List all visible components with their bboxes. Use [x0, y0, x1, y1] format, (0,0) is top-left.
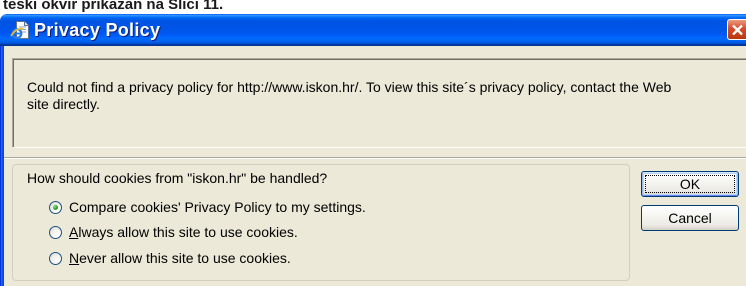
ok-button-label: OK — [679, 176, 701, 192]
radio-selected-dot — [53, 205, 58, 210]
radio-label-compare[interactable]: Compare cookies' Privacy Policy to my se… — [69, 198, 366, 216]
window-title: Privacy Policy — [34, 20, 161, 40]
option-compare-settings[interactable]: Compare cookies' Privacy Policy to my se… — [47, 198, 387, 216]
radio-button[interactable] — [49, 252, 62, 265]
access-key-underline: A — [69, 224, 79, 240]
radio-label-always[interactable]: Always allow this site to use cookies. — [69, 223, 298, 241]
option-never-allow[interactable]: Never allow this site to use cookies. — [47, 249, 387, 267]
message-panel: Could not find a privacy policy for http… — [12, 58, 746, 148]
ok-button[interactable]: OK — [641, 171, 739, 197]
cookie-handling-group: How should cookies from "iskon.hr" be ha… — [12, 164, 630, 281]
dialog-client-area: Could not find a privacy policy for http… — [4, 46, 746, 286]
privacy-message: Could not find a privacy policy for http… — [27, 79, 672, 112]
separator — [4, 157, 746, 159]
document-caption: teski okvir prikazan na Slici 11. — [3, 0, 224, 13]
radio-button[interactable] — [49, 201, 62, 214]
privacy-policy-dialog: Privacy Policy Could not find a privacy … — [0, 14, 746, 286]
ie-document-icon — [10, 20, 30, 40]
access-key-underline: N — [69, 250, 80, 266]
close-icon — [732, 24, 743, 36]
close-button[interactable] — [727, 19, 746, 40]
option-always-allow[interactable]: Always allow this site to use cookies. — [47, 223, 387, 241]
radio-button[interactable] — [49, 226, 62, 239]
radio-label-never[interactable]: Never allow this site to use cookies. — [69, 249, 291, 267]
cancel-button-label: Cancel — [668, 210, 712, 226]
cookie-handling-question: How should cookies from "iskon.hr" be ha… — [27, 170, 328, 186]
cancel-button[interactable]: Cancel — [641, 205, 739, 231]
title-bar[interactable]: Privacy Policy — [0, 14, 746, 46]
document-caption-area: teski okvir prikazan na Slici 11. — [0, 0, 746, 13]
